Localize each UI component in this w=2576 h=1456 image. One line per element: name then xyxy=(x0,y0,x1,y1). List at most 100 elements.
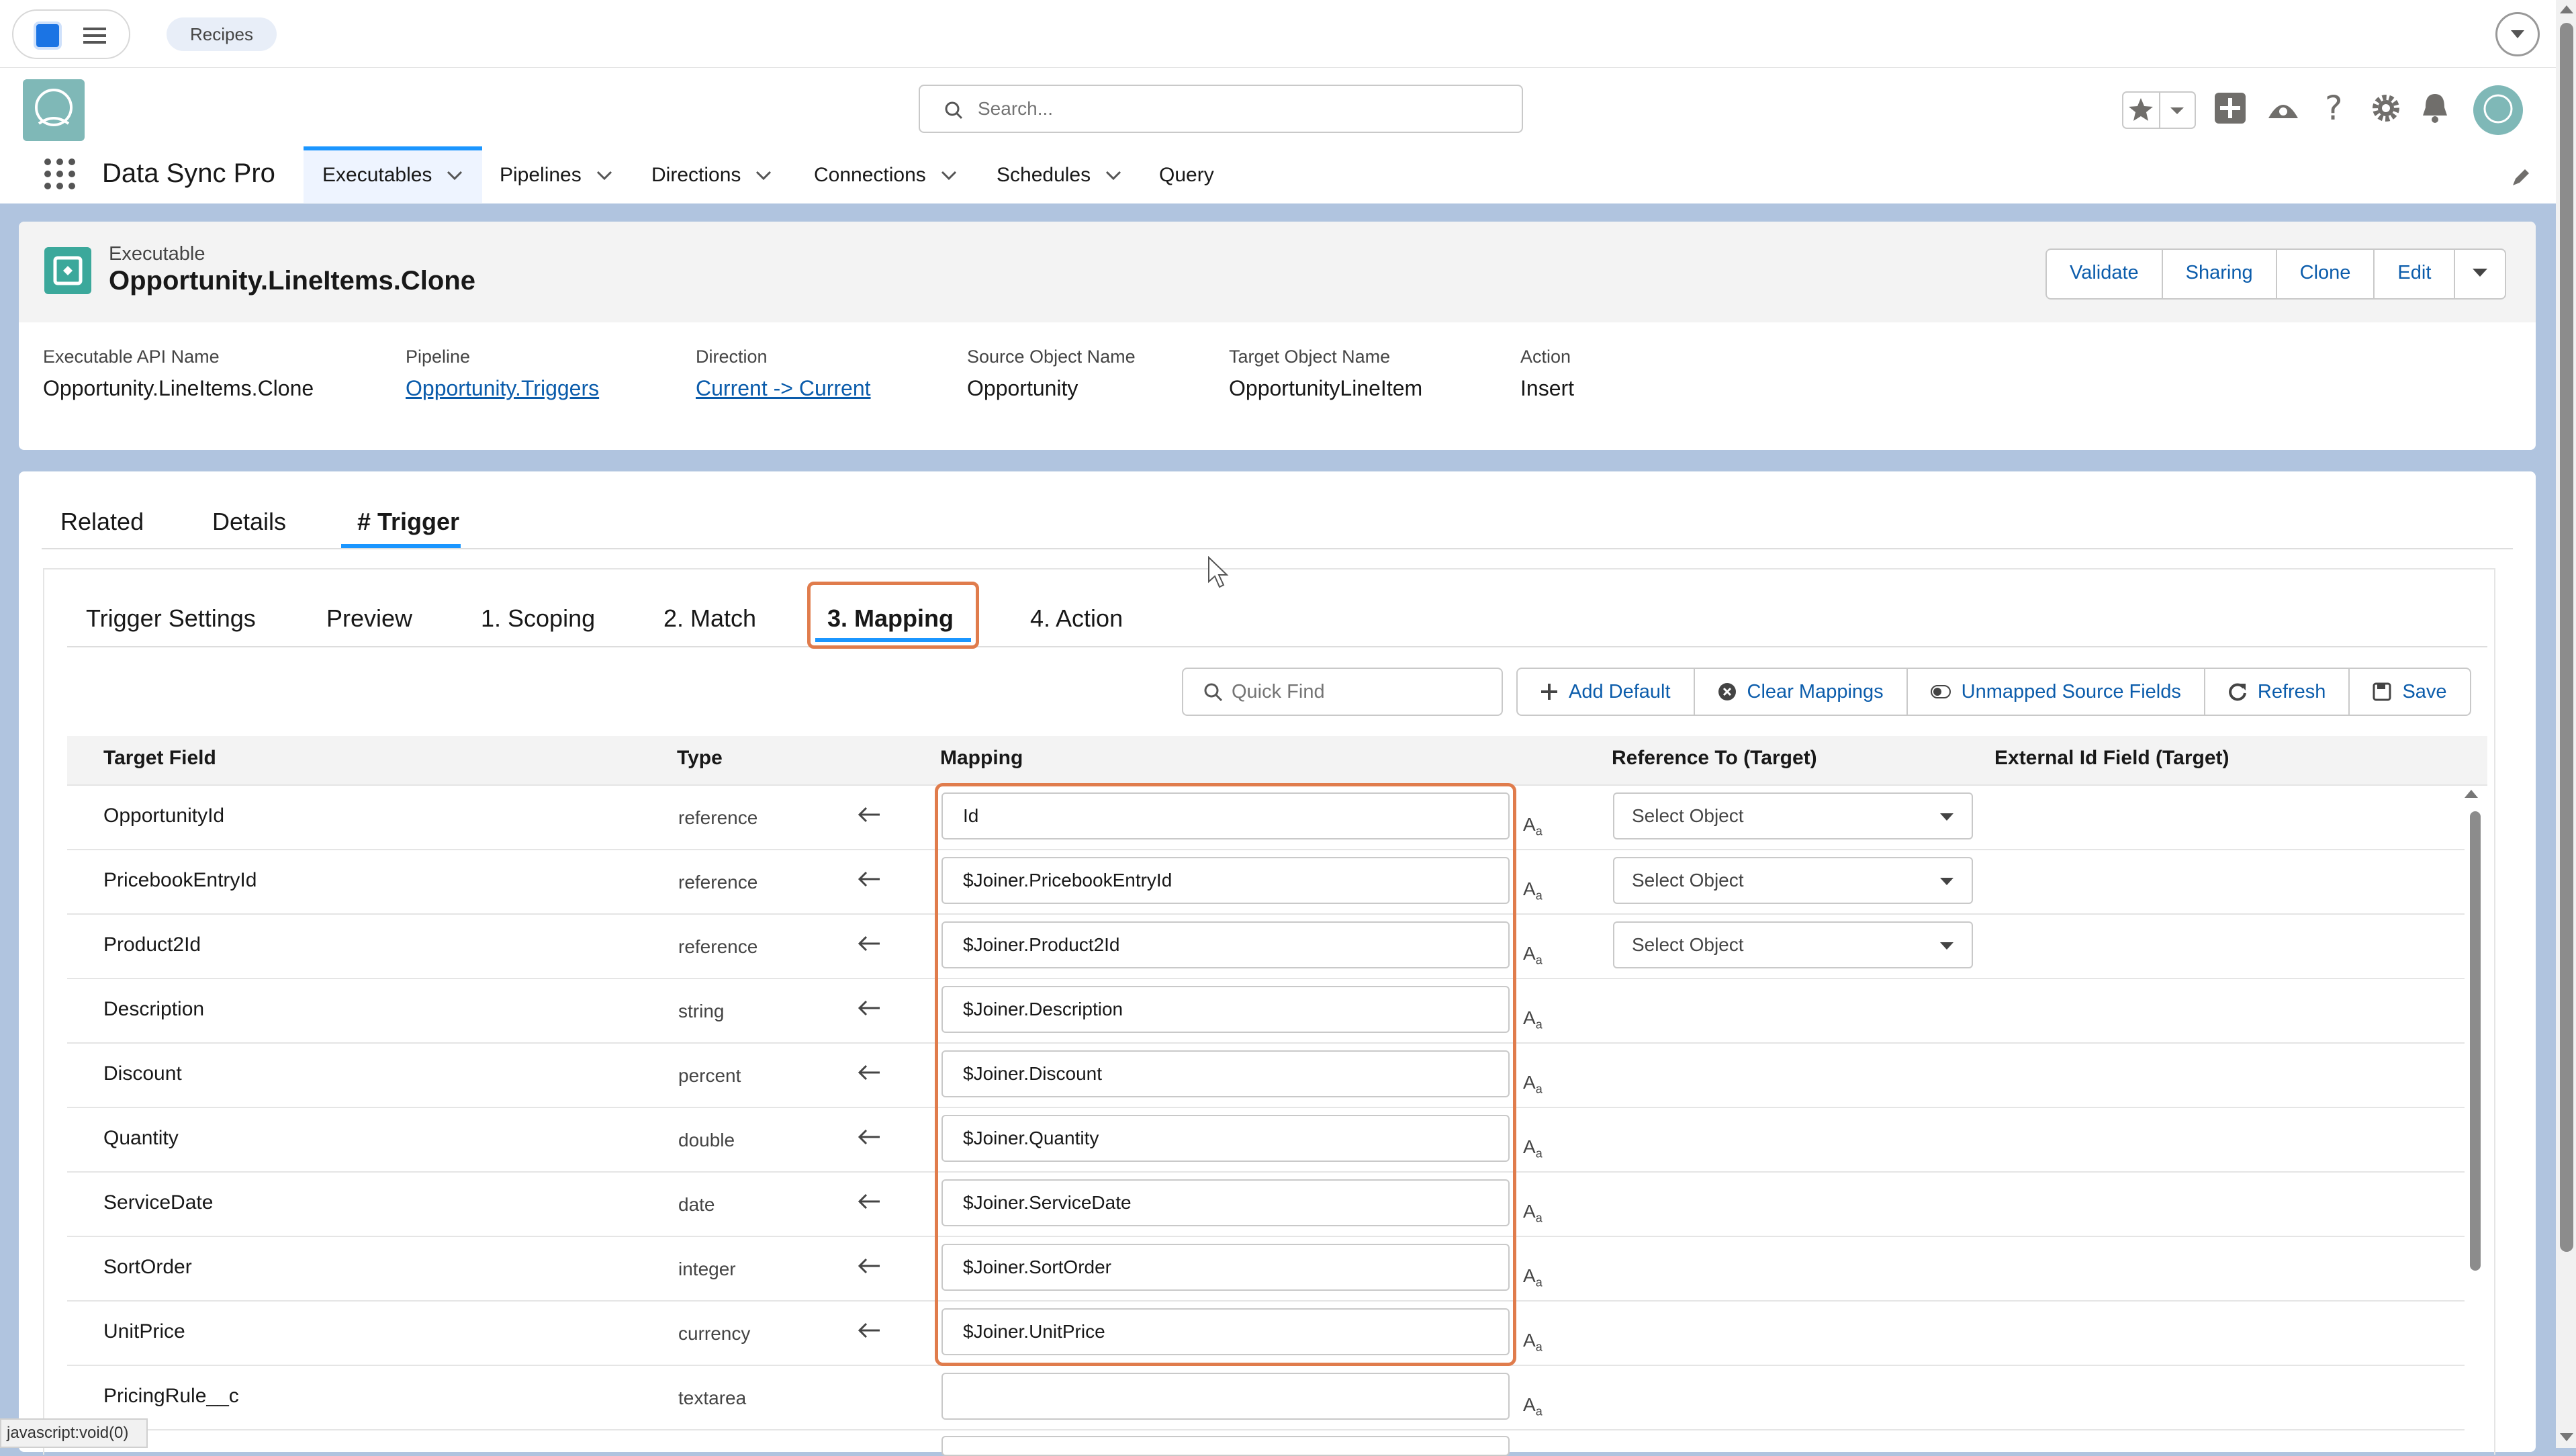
chevron-down-icon xyxy=(1940,878,1953,885)
chevron-down-icon[interactable] xyxy=(1105,171,1121,181)
mapping-input[interactable] xyxy=(941,1373,1510,1420)
col-type[interactable]: Type xyxy=(677,747,723,770)
subtab-trigger-settings[interactable]: Trigger Settings xyxy=(86,604,256,633)
target-field-name: UnitPrice xyxy=(103,1320,185,1343)
nav-item-executables[interactable]: Executables xyxy=(322,164,463,191)
text-format-icon[interactable]: Aa xyxy=(1523,814,1543,839)
field-label-target-object: Target Object Name xyxy=(1229,347,1391,367)
nav-item-connections[interactable]: Connections xyxy=(814,164,957,191)
app-logo xyxy=(23,79,85,141)
edit-button[interactable]: Edit xyxy=(2375,250,2456,298)
field-type: percent xyxy=(678,1065,741,1086)
menu-icon xyxy=(83,28,106,44)
page-scroll-down-icon[interactable] xyxy=(2559,1432,2575,1444)
field-type: string xyxy=(678,1001,725,1021)
subtab-preview[interactable]: Preview xyxy=(326,604,412,633)
text-format-icon[interactable]: Aa xyxy=(1523,943,1543,968)
col-mapping[interactable]: Mapping xyxy=(940,747,1023,770)
tab-related[interactable]: Related xyxy=(60,508,144,536)
nav-item-pipelines[interactable]: Pipelines xyxy=(500,164,612,191)
save-button[interactable]: Save xyxy=(2350,669,2469,715)
clear-mappings-button[interactable]: Clear Mappings xyxy=(1695,669,1908,715)
toggle-icon xyxy=(1930,685,1951,698)
recipes-tab[interactable]: Recipes xyxy=(167,17,277,51)
field-label-api-name: Executable API Name xyxy=(43,347,220,367)
chevron-down-icon xyxy=(1940,813,1953,821)
text-format-icon[interactable]: Aa xyxy=(1523,878,1543,903)
chevron-down-icon[interactable] xyxy=(755,171,772,181)
col-target-field[interactable]: Target Field xyxy=(103,747,216,770)
target-field-name: Description xyxy=(103,998,205,1020)
subtab-match[interactable]: 2. Match xyxy=(663,604,756,633)
arrow-left-icon xyxy=(858,1193,880,1210)
chevron-down-icon[interactable] xyxy=(941,171,957,181)
target-field-name: Discount xyxy=(103,1062,182,1085)
favorites-star-icon[interactable] xyxy=(2122,91,2196,129)
field-type: integer xyxy=(678,1259,736,1279)
field-type: double xyxy=(678,1130,735,1150)
chevron-down-icon xyxy=(1940,942,1953,950)
scroll-up-arrow-icon[interactable] xyxy=(2463,787,2479,799)
field-value-target-object: OpportunityLineItem xyxy=(1229,376,1423,400)
browser-top-bar xyxy=(0,0,2576,67)
field-value-source-object: Opportunity xyxy=(967,376,1078,400)
text-format-icon[interactable]: Aa xyxy=(1523,1201,1543,1226)
reference-object-select[interactable]: Select Object xyxy=(1613,921,1973,968)
col-external-id[interactable]: External Id Field (Target) xyxy=(1994,747,2229,770)
text-format-icon[interactable]: Aa xyxy=(1523,1007,1543,1032)
refresh-button[interactable]: Refresh xyxy=(2205,669,2350,715)
text-format-icon[interactable]: Aa xyxy=(1523,1136,1543,1161)
tab-trigger[interactable]: # Trigger xyxy=(357,508,459,536)
chevron-down-icon[interactable] xyxy=(447,171,463,181)
page-scrollbar-thumb[interactable] xyxy=(2560,23,2573,1252)
mouse-cursor-icon xyxy=(1207,556,1232,590)
quick-find-input[interactable]: Quick Find xyxy=(1182,668,1503,716)
nav-item-schedules[interactable]: Schedules xyxy=(997,164,1121,191)
chevron-down-icon[interactable] xyxy=(596,171,612,181)
field-value-api-name: Opportunity.LineItems.Clone xyxy=(43,376,314,400)
more-actions-chevron-icon[interactable] xyxy=(2455,250,2505,298)
field-label-action: Action xyxy=(1520,347,1571,367)
tab-details[interactable]: Details xyxy=(212,508,286,536)
arrow-left-icon xyxy=(858,871,880,887)
direction-link[interactable]: Current -> Current xyxy=(696,376,871,401)
clone-button[interactable]: Clone xyxy=(2277,250,2375,298)
sharing-button[interactable]: Sharing xyxy=(2163,250,2277,298)
subtab-scoping[interactable]: 1. Scoping xyxy=(481,604,595,633)
trailhead-icon[interactable] xyxy=(2266,91,2301,125)
help-icon[interactable]: ? xyxy=(2322,91,2349,125)
text-format-icon[interactable]: Aa xyxy=(1523,1265,1543,1290)
field-label-source-object: Source Object Name xyxy=(967,347,1136,367)
record-actions-group: Validate Sharing Clone Edit xyxy=(2045,248,2507,300)
target-field-name: SortOrder xyxy=(103,1256,192,1278)
pipeline-link[interactable]: Opportunity.Triggers xyxy=(406,376,599,401)
unmapped-source-fields-button[interactable]: Unmapped Source Fields xyxy=(1908,669,2205,715)
page-scroll-up-icon[interactable] xyxy=(2559,3,2575,15)
nav-item-query[interactable]: Query xyxy=(1159,164,1214,191)
notifications-bell-icon[interactable] xyxy=(2419,91,2451,125)
subtab-action[interactable]: 4. Action xyxy=(1030,604,1123,633)
col-reference-to[interactable]: Reference To (Target) xyxy=(1612,747,1817,770)
mapping-toolbar: Add Default Clear Mappings Unmapped Sour… xyxy=(1516,668,2471,716)
active-tab-indicator xyxy=(341,544,461,548)
chevron-down-icon[interactable] xyxy=(2495,12,2540,56)
reference-object-select[interactable]: Select Object xyxy=(1613,857,1973,904)
setup-gear-icon[interactable] xyxy=(2369,91,2403,125)
nav-item-directions[interactable]: Directions xyxy=(651,164,772,191)
edit-nav-pencil-icon[interactable] xyxy=(2510,167,2532,188)
app-launcher-toggle[interactable] xyxy=(12,9,130,59)
table-row: PricingRule__c textarea Aa xyxy=(67,1365,2465,1430)
global-actions-add-icon[interactable] xyxy=(2213,91,2247,125)
global-search-input[interactable]: Search... xyxy=(919,85,1523,133)
user-avatar[interactable] xyxy=(2473,85,2524,136)
table-scrollbar[interactable] xyxy=(2470,811,2481,1271)
mapping-input[interactable] xyxy=(941,1436,1510,1456)
field-label-direction: Direction xyxy=(696,347,768,367)
text-format-icon[interactable]: Aa xyxy=(1523,1072,1543,1097)
text-format-icon[interactable]: Aa xyxy=(1523,1330,1543,1355)
text-format-icon[interactable]: Aa xyxy=(1523,1394,1543,1419)
reference-object-select[interactable]: Select Object xyxy=(1613,792,1973,839)
add-default-button[interactable]: Add Default xyxy=(1518,669,1695,715)
validate-button[interactable]: Validate xyxy=(2047,250,2163,298)
app-launcher-grid-icon[interactable] xyxy=(43,157,77,191)
